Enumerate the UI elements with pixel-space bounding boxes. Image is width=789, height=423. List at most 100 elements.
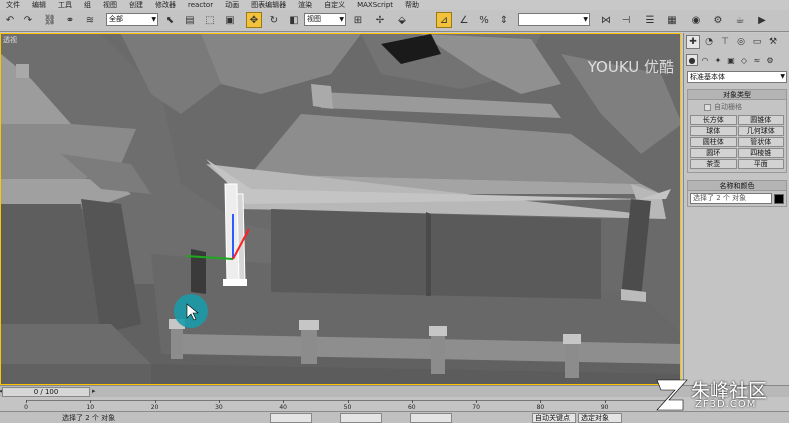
- create-categories: ● ◠ ✦ ▣ ◇ ≈ ⚙: [686, 54, 776, 66]
- menu-item[interactable]: 帮助: [405, 0, 419, 10]
- ruler-tick: [411, 400, 413, 403]
- zf3d-logo-icon: [656, 379, 688, 411]
- time-next-icon[interactable]: ▸: [92, 387, 96, 395]
- shapes-icon[interactable]: ◠: [699, 54, 711, 66]
- object-name-field[interactable]: 选择了 2 个 对象: [690, 193, 772, 204]
- create-tab-icon[interactable]: ✚: [686, 35, 700, 49]
- helpers-icon[interactable]: ◇: [738, 54, 750, 66]
- curve-editor-icon[interactable]: ▦: [664, 12, 680, 28]
- ruler-tick-label: 30: [215, 404, 223, 411]
- ruler-tick-label: 20: [150, 404, 159, 411]
- menu-bar: 文件 编辑 工具 组 视图 创建 修改器 reactor 动画 图表编辑器 渲染 自定义 MAXScri…: [0, 0, 789, 10]
- select-rotate-icon[interactable]: ↻: [266, 12, 282, 28]
- menu-item[interactable]: 动画: [225, 0, 239, 10]
- menu-item[interactable]: 创建: [129, 0, 143, 10]
- select-by-name-icon[interactable]: ▤: [182, 12, 198, 28]
- mirror-icon[interactable]: ⋈: [598, 12, 614, 28]
- bind-spacewarp-icon[interactable]: ≋: [82, 12, 98, 28]
- ref-coord-dropdown[interactable]: 视图 ▼: [304, 13, 346, 26]
- hierarchy-tab-icon[interactable]: ⊤: [718, 35, 732, 49]
- menu-item[interactable]: 工具: [58, 0, 72, 10]
- material-editor-icon[interactable]: ◉: [688, 12, 704, 28]
- selection-filter-dropdown[interactable]: 全部 ▼: [106, 13, 158, 26]
- object-color-swatch[interactable]: [774, 193, 784, 204]
- object-buttons: 长方体 圆锥体 球体 几何球体 圆柱体 管状体 圆环 四棱锥 茶壶 平面: [688, 114, 786, 172]
- menu-item[interactable]: reactor: [188, 1, 213, 9]
- menu-item[interactable]: 渲染: [298, 0, 312, 10]
- viewport-label[interactable]: 透视: [3, 35, 17, 45]
- ruler-tick-label: 70: [472, 404, 480, 411]
- align-icon[interactable]: ⊣: [618, 12, 634, 28]
- object-type-rollout: 对象类型 自动栅格 长方体 圆锥体 球体 几何球体 圆柱体 管状体 圆环 四棱锥 茶壶 平面: [687, 89, 787, 173]
- object-type-button[interactable]: 几何球体: [737, 126, 784, 136]
- select-icon[interactable]: ⬉: [162, 12, 178, 28]
- object-type-button[interactable]: 茶壶: [690, 159, 737, 169]
- object-type-button[interactable]: 圆柱体: [690, 137, 737, 147]
- object-type-title[interactable]: 对象类型: [688, 90, 786, 100]
- object-type-button[interactable]: 圆环: [690, 148, 737, 158]
- object-type-button[interactable]: 管状体: [737, 137, 784, 147]
- snap-3d-icon[interactable]: ⊿: [436, 12, 452, 28]
- layer-icon[interactable]: ☰: [642, 12, 658, 28]
- redo-icon[interactable]: ↷: [20, 12, 36, 28]
- render-icon[interactable]: ☕: [732, 12, 748, 28]
- geometry-type-dropdown[interactable]: 标准基本体 ▼: [687, 71, 787, 83]
- keyboard-shortcut-icon[interactable]: ⬙: [394, 12, 410, 28]
- link-icon[interactable]: ⛓: [42, 12, 58, 28]
- lights-icon[interactable]: ✦: [712, 54, 724, 66]
- motion-tab-icon[interactable]: ◎: [734, 35, 748, 49]
- ruler-tick-label: 80: [536, 404, 545, 411]
- object-type-button[interactable]: 平面: [737, 159, 784, 169]
- perspective-viewport[interactable]: 透视 YOUKU 优酷: [0, 33, 681, 385]
- menu-item[interactable]: 组: [84, 0, 91, 10]
- render-setup-icon[interactable]: ⚙: [710, 12, 726, 28]
- object-type-button[interactable]: 长方体: [690, 115, 737, 125]
- select-scale-icon[interactable]: ◧: [286, 12, 302, 28]
- selected-filter-dropdown[interactable]: 选定对象: [578, 413, 622, 423]
- menu-item[interactable]: 自定义: [324, 0, 345, 10]
- ruler-tick-label: 90: [600, 404, 609, 411]
- ruler-tick: [604, 400, 606, 403]
- ruler-tick: [347, 400, 349, 403]
- spacewarps-icon[interactable]: ≈: [751, 54, 763, 66]
- undo-icon[interactable]: ↶: [2, 12, 18, 28]
- display-tab-icon[interactable]: ▭: [750, 35, 764, 49]
- angle-snap-icon[interactable]: ∠: [456, 12, 472, 28]
- quick-render-icon[interactable]: ▶: [754, 12, 770, 28]
- time-slider[interactable]: 0 / 100: [2, 387, 90, 397]
- command-panel: ✚ ◔ ⊤ ◎ ▭ ⚒ ● ◠ ✦ ▣ ◇ ≈ ⚙ 标准基本体 ▼ 对象类型 自动…: [683, 33, 789, 385]
- select-manipulate-icon[interactable]: ✢: [372, 12, 388, 28]
- pivot-icon[interactable]: ⊞: [350, 12, 366, 28]
- rect-select-icon[interactable]: ⬚: [202, 12, 218, 28]
- unlink-icon[interactable]: ⚭: [62, 12, 78, 28]
- main-toolbar: ↶ ↷ ⛓ ⚭ ≋ 全部 ▼ ⬉ ▤ ⬚ ▣ ✥ ↻ ◧ 视图 ▼ ⊞ ✢ ⬙ ⊿ …: [0, 10, 789, 32]
- object-type-button[interactable]: 球体: [690, 126, 737, 136]
- object-type-button[interactable]: 圆锥体: [737, 115, 784, 125]
- ruler-tick: [540, 400, 542, 403]
- autogrid-checkbox[interactable]: 自动栅格: [688, 100, 786, 114]
- object-type-button[interactable]: 四棱锥: [737, 148, 784, 158]
- menu-item[interactable]: MAXScript: [357, 1, 393, 9]
- menu-item[interactable]: 修改器: [155, 0, 176, 10]
- spinner-snap-icon[interactable]: ⇕: [496, 12, 512, 28]
- x-coord-field[interactable]: [270, 413, 312, 423]
- cameras-icon[interactable]: ▣: [725, 54, 737, 66]
- utilities-tab-icon[interactable]: ⚒: [766, 35, 780, 49]
- named-selection-dropdown[interactable]: ▼: [518, 13, 590, 26]
- auto-key-button[interactable]: 自动关键点: [532, 413, 576, 423]
- systems-icon[interactable]: ⚙: [764, 54, 776, 66]
- name-color-title[interactable]: 名称和颜色: [688, 181, 786, 191]
- percent-snap-icon[interactable]: %: [476, 12, 492, 28]
- window-crossing-icon[interactable]: ▣: [222, 12, 238, 28]
- menu-item[interactable]: 视图: [103, 0, 117, 10]
- menu-item[interactable]: 图表编辑器: [251, 0, 286, 10]
- select-move-icon[interactable]: ✥: [246, 12, 262, 28]
- y-coord-field[interactable]: [340, 413, 382, 423]
- modify-tab-icon[interactable]: ◔: [702, 35, 716, 49]
- menu-item[interactable]: 文件: [6, 0, 20, 10]
- z-coord-field[interactable]: [410, 413, 452, 423]
- geometry-icon[interactable]: ●: [686, 54, 698, 66]
- ruler-tick: [476, 400, 478, 403]
- menu-item[interactable]: 编辑: [32, 0, 46, 10]
- ruler-tick-label: 50: [343, 404, 352, 411]
